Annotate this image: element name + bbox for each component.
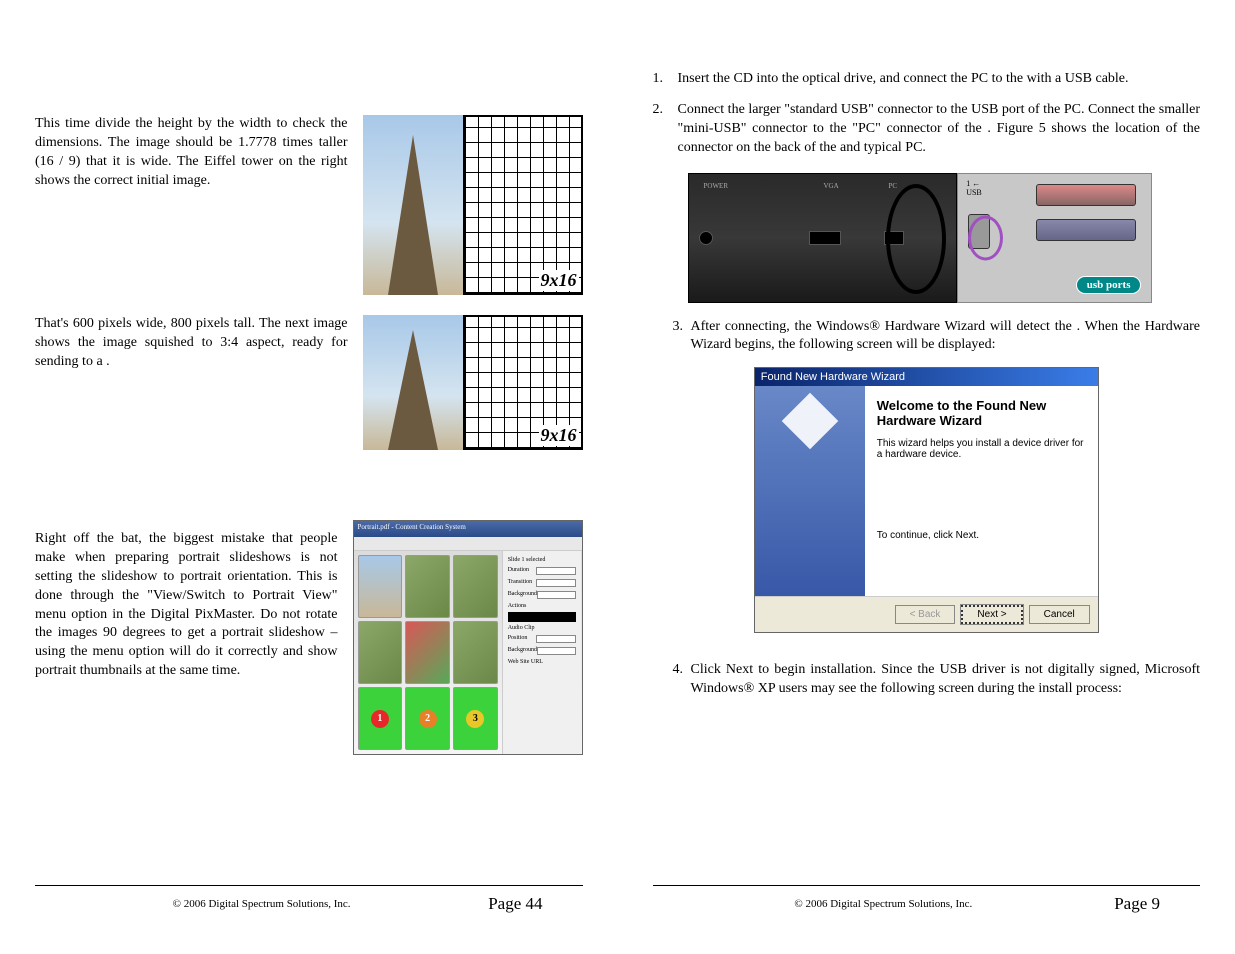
left-footer: © 2006 Digital Spectrum Solutions, Inc. …	[35, 885, 583, 914]
right-page: 1. Insert the CD into the optical drive,…	[618, 20, 1235, 934]
step-1: 1. Insert the CD into the optical drive,…	[653, 70, 1201, 89]
thumb-6	[453, 621, 498, 684]
step-4-num: 4.	[673, 661, 691, 699]
software-toolbar	[354, 537, 582, 551]
props-panel: Slide 1 selected Duration Transition Bac…	[502, 551, 582, 754]
grid-image-2: 9x16	[463, 315, 583, 450]
left-copyright: © 2006 Digital Spectrum Solutions, Inc.	[35, 898, 488, 910]
left-content: This time divide the height by the width…	[35, 60, 583, 885]
wizard-next-button[interactable]: Next >	[961, 605, 1022, 624]
step-2: 2. Connect the larger "standard USB" con…	[653, 101, 1201, 158]
wizard-main: Welcome to the Found New Hardware Wizard…	[865, 386, 1098, 596]
step-3-text: After connecting, the Windows® Hardware …	[691, 318, 1201, 356]
grid-image-1: 9x16	[463, 115, 583, 295]
step-1-text: Insert the CD into the optical drive, an…	[678, 70, 1201, 89]
para1: This time divide the height by the width…	[35, 115, 363, 191]
pc-back-panel: 1 ←USB usb ports	[957, 173, 1152, 303]
software-titlebar: Portrait.pdf - Content Creation System	[354, 521, 582, 537]
step-4: 4. Click Next to begin installation. Sin…	[648, 661, 1201, 699]
wizard-sidebar	[755, 386, 865, 596]
right-copyright: © 2006 Digital Spectrum Solutions, Inc.	[653, 898, 1115, 910]
wizard-titlebar: Found New Hardware Wizard	[755, 368, 1098, 386]
step-3-num: 3.	[673, 318, 691, 356]
wizard-buttons: < Back Next > Cancel	[755, 596, 1098, 632]
thumb-3	[453, 555, 498, 618]
step-1-num: 1.	[653, 70, 678, 89]
step-2-num: 2.	[653, 101, 678, 158]
left-page: This time divide the height by the width…	[0, 20, 618, 934]
row-2: That's 600 pixels wide, 800 pixels tall.…	[35, 315, 583, 450]
port-label-vga: VGA	[824, 182, 839, 190]
para3: Right off the bat, the biggest mistake t…	[35, 520, 353, 681]
eiffel-image-short	[363, 315, 463, 450]
thumb-8: 2	[405, 687, 450, 750]
thumb-4	[358, 621, 403, 684]
circle-highlight	[886, 184, 946, 294]
eiffel-image-tall	[363, 115, 463, 295]
thumb-5	[405, 621, 450, 684]
para2: That's 600 pixels wide, 800 pixels tall.…	[35, 315, 363, 372]
software-screenshot: Portrait.pdf - Content Creation System 1…	[353, 520, 583, 755]
thumb-1	[358, 555, 403, 618]
right-footer: © 2006 Digital Spectrum Solutions, Inc. …	[653, 885, 1201, 914]
usb-figure: POWER VGA PC 1 ←USB usb ports	[688, 173, 1153, 303]
step-4-text: Click Next to begin installation. Since …	[691, 661, 1201, 699]
thumbnail-grid: 1 2 3	[354, 551, 502, 754]
right-page-number: Page 9	[1114, 894, 1200, 914]
row-3: Right off the bat, the biggest mistake t…	[35, 520, 583, 755]
thumb-7: 1	[358, 687, 403, 750]
port-label-pc: PC	[889, 182, 898, 190]
right-content: 1. Insert the CD into the optical drive,…	[653, 60, 1201, 885]
step-3: 3. After connecting, the Windows® Hardwa…	[648, 318, 1201, 356]
wizard-cancel-button[interactable]: Cancel	[1029, 605, 1090, 624]
usb-ports-tag: usb ports	[1076, 276, 1142, 294]
left-page-number: Page 44	[488, 894, 582, 914]
device-back-panel: POWER VGA PC	[688, 173, 958, 303]
grid-label-1: 9x16	[539, 270, 579, 291]
thumb-2	[405, 555, 450, 618]
port-label-power: POWER	[704, 182, 729, 190]
wizard-hardware-icon	[781, 393, 838, 450]
wizard-continue: To continue, click Next.	[877, 530, 1086, 541]
wizard-text: This wizard helps you install a device d…	[877, 438, 1086, 460]
row-1: This time divide the height by the width…	[35, 115, 583, 295]
wizard-heading: Welcome to the Found New Hardware Wizard	[877, 398, 1086, 428]
image-pair-2: 9x16	[363, 315, 583, 450]
wizard-back-button[interactable]: < Back	[895, 605, 956, 624]
grid-label-2: 9x16	[539, 425, 579, 446]
image-pair-1: 9x16	[363, 115, 583, 295]
wizard-dialog: Found New Hardware Wizard Welcome to the…	[754, 367, 1099, 633]
step-2-text: Connect the larger "standard USB" connec…	[678, 101, 1201, 158]
usb-circle-highlight	[968, 215, 1003, 260]
thumb-9: 3	[453, 687, 498, 750]
